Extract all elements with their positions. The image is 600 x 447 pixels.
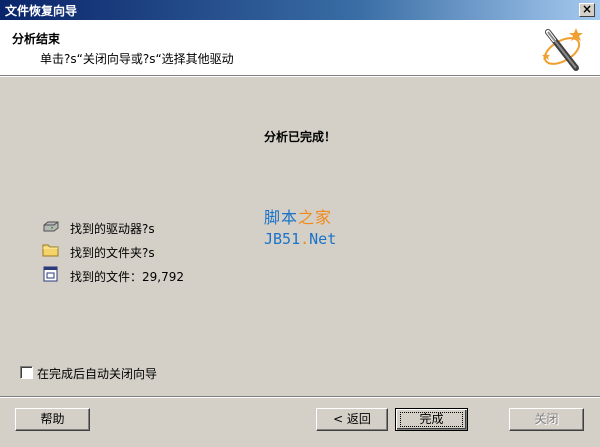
- drive-icon: [43, 221, 59, 232]
- auto-close-checkbox[interactable]: [20, 366, 33, 379]
- finish-button[interactable]: 完成: [395, 408, 468, 431]
- page-title: 分析结束: [12, 32, 61, 46]
- wizard-header: 分析结束 单击?s“关闭向导或?s“选择其他驱动: [0, 20, 600, 76]
- file-icon: [43, 266, 58, 282]
- auto-close-label[interactable]: 在完成后自动关闭向导: [37, 365, 157, 382]
- folders-found-label: 找到的文件夹?s: [70, 246, 155, 260]
- help-button[interactable]: 帮助: [15, 408, 90, 431]
- folder-icon: [42, 244, 59, 257]
- back-button[interactable]: < 返回: [316, 408, 388, 431]
- status-message: 分析已完成！: [263, 130, 336, 144]
- close-window-button[interactable]: ×: [579, 3, 595, 17]
- title-bar: 文件恢复向导 ×: [0, 0, 600, 20]
- page-subtitle: 单击?s“关闭向导或?s“选择其他驱动: [40, 52, 234, 66]
- focus-rectangle: [400, 412, 463, 427]
- watermark-logo: 脚本之家 JB51.Net: [264, 208, 337, 248]
- drives-found-label: 找到的驱动器?s: [70, 222, 155, 236]
- files-found-label: 找到的文件：29,792: [70, 270, 184, 284]
- header-divider: [0, 76, 600, 77]
- close-button: 关闭: [509, 408, 584, 431]
- window-title: 文件恢复向导: [5, 4, 78, 18]
- magic-wand-icon: [542, 28, 583, 71]
